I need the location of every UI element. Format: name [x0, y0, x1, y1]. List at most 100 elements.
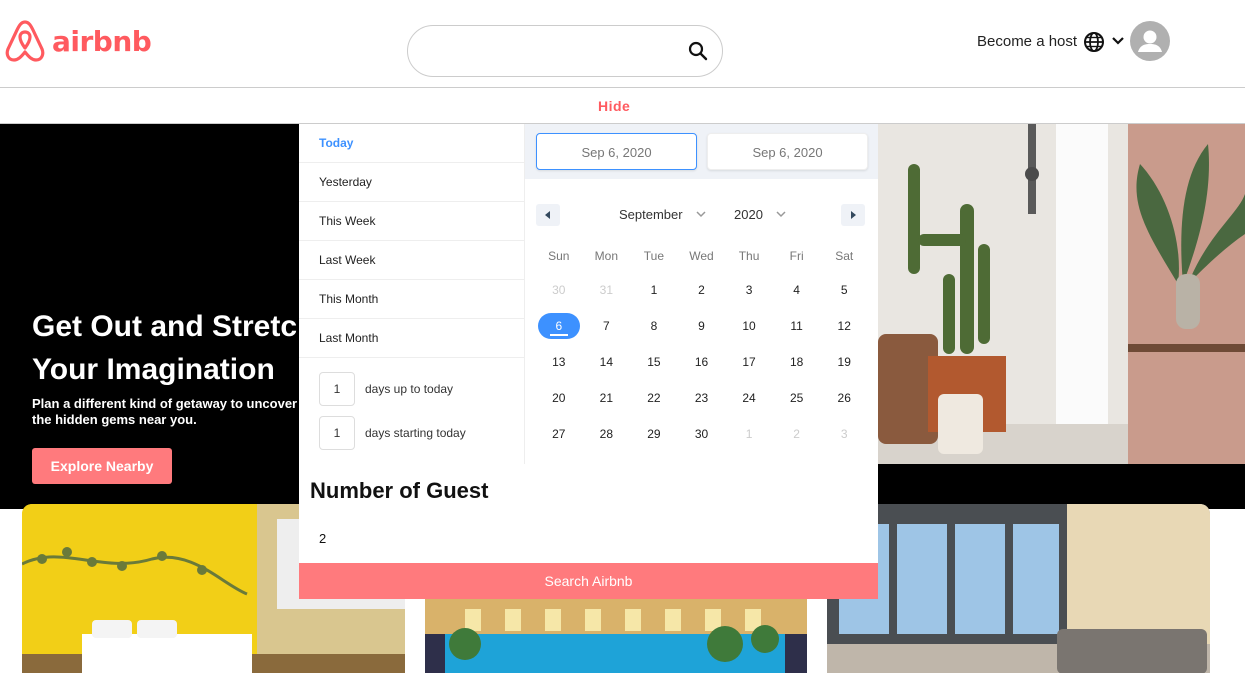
room-photo: [878, 124, 1245, 464]
day-number: 13: [552, 355, 566, 369]
hide-button[interactable]: Hide: [598, 98, 630, 114]
days-starting-today-label: days starting today: [365, 426, 466, 440]
day-number: 30: [694, 427, 709, 441]
day-cell[interactable]: 17: [725, 344, 773, 380]
day-cell[interactable]: 24: [725, 380, 773, 416]
day-number: 1: [650, 283, 658, 297]
day-number: 24: [742, 391, 756, 405]
day-cell[interactable]: 16: [678, 344, 726, 380]
days-starting-today-input[interactable]: 1: [319, 416, 355, 450]
day-number: 23: [694, 391, 709, 405]
day-cell[interactable]: 25: [773, 380, 821, 416]
range-this-week[interactable]: This Week: [299, 202, 524, 241]
range-last-month[interactable]: Last Month: [299, 319, 524, 358]
day-cell[interactable]: 1: [630, 272, 678, 308]
day-cell[interactable]: 3: [725, 272, 773, 308]
start-date-field[interactable]: Sep 6, 2020: [536, 133, 697, 170]
day-number: 3: [745, 283, 753, 297]
day-cell[interactable]: 18: [773, 344, 821, 380]
day-cell[interactable]: 11: [773, 308, 821, 344]
day-cell[interactable]: 29: [630, 416, 678, 452]
day-cell[interactable]: 4: [773, 272, 821, 308]
day-number: 1: [745, 427, 753, 441]
listing-card-3[interactable]: [827, 504, 1210, 673]
explore-nearby-button[interactable]: Explore Nearby: [32, 448, 172, 484]
caret-left-icon: [545, 211, 550, 219]
date-range-picker: Today Yesterday This Week Last Week This…: [299, 124, 878, 464]
search-bar[interactable]: [407, 25, 723, 77]
days-up-to-today-label: days up to today: [365, 382, 454, 396]
weekday-label: Sun: [548, 249, 570, 263]
day-number: 26: [837, 391, 851, 405]
guest-title: Number of Guest: [310, 478, 489, 503]
date-display: Sep 6, 2020 Sep 6, 2020: [525, 124, 878, 179]
become-a-host-link[interactable]: Become a host: [977, 33, 1077, 50]
hero-room-image: [878, 124, 1245, 464]
month-select[interactable]: September: [619, 207, 683, 222]
day-cell[interactable]: 8: [630, 308, 678, 344]
day-cell[interactable]: 2: [773, 416, 821, 452]
day-cell[interactable]: 30: [678, 416, 726, 452]
day-cell[interactable]: 3: [820, 416, 868, 452]
guest-count-input[interactable]: 2: [319, 531, 326, 546]
day-cell[interactable]: 14: [583, 344, 631, 380]
day-number: 18: [789, 355, 804, 369]
day-cell[interactable]: 22: [630, 380, 678, 416]
day-cell[interactable]: 7: [583, 308, 631, 344]
day-cell[interactable]: 28: [583, 416, 631, 452]
day-number: 2: [698, 283, 705, 297]
day-cell[interactable]: 21: [583, 380, 631, 416]
day-number: 16: [694, 355, 709, 369]
day-cell[interactable]: 30: [535, 272, 583, 308]
day-number: 7: [603, 319, 610, 333]
day-cell[interactable]: 31: [583, 272, 631, 308]
day-cell[interactable]: 9: [678, 308, 726, 344]
day-cell[interactable]: 1: [725, 416, 773, 452]
day-number: 27: [552, 427, 566, 441]
day-number: 31: [599, 283, 614, 297]
day-number: 25: [789, 391, 804, 405]
day-cell[interactable]: 13: [535, 344, 583, 380]
day-number: 10: [742, 319, 756, 333]
static-ranges: Today Yesterday This Week Last Week This…: [299, 124, 525, 464]
day-cell[interactable]: 10: [725, 308, 773, 344]
prev-month-button[interactable]: [536, 204, 560, 226]
day-cell[interactable]: 2: [678, 272, 726, 308]
day-cell[interactable]: 12: [820, 308, 868, 344]
search-airbnb-button[interactable]: Search Airbnb: [299, 563, 878, 599]
day-number: 3: [840, 427, 848, 441]
airbnb-logo-icon: [5, 20, 45, 62]
day-number: 11: [790, 319, 803, 333]
day-cell[interactable]: 23: [678, 380, 726, 416]
day-cell[interactable]: 19: [820, 344, 868, 380]
day-cell[interactable]: 20: [535, 380, 583, 416]
globe-icon[interactable]: [1083, 31, 1105, 53]
end-date-field[interactable]: Sep 6, 2020: [707, 133, 868, 170]
days-up-to-today-input[interactable]: 1: [319, 372, 355, 406]
day-cell[interactable]: 15: [630, 344, 678, 380]
hero-subtitle: Plan a different kind of getaway to unco…: [32, 396, 298, 427]
range-this-month[interactable]: This Month: [299, 280, 524, 319]
day-cell[interactable]: 27: [535, 416, 583, 452]
chevron-down-icon[interactable]: [1111, 35, 1125, 47]
user-avatar[interactable]: [1130, 21, 1170, 61]
user-icon: [1138, 30, 1162, 52]
next-month-button[interactable]: [841, 204, 865, 226]
range-today[interactable]: Today: [299, 124, 524, 163]
day-cell[interactable]: 26: [820, 380, 868, 416]
year-select[interactable]: 2020: [734, 207, 763, 222]
day-number: 8: [650, 319, 658, 333]
day-cell-selected[interactable]: 6: [535, 308, 583, 344]
search-icon[interactable]: [688, 41, 708, 61]
hide-bar: Hide: [0, 89, 1245, 124]
hero-title: Get Out and Stretch Your Imagination: [32, 310, 316, 386]
day-cell[interactable]: 5: [820, 272, 868, 308]
day-number: 2: [793, 427, 800, 441]
airbnb-logo[interactable]: airbnb: [4, 18, 152, 64]
range-last-week[interactable]: Last Week: [299, 241, 524, 280]
day-number: 29: [647, 427, 661, 441]
range-yesterday[interactable]: Yesterday: [299, 163, 524, 202]
listing-card-3-image: [827, 504, 1210, 673]
caret-right-icon: [851, 211, 856, 219]
days-grid: 30 31 1 2 3 4 5 6 7 8 9 10 11 12 13 14 15 16 17 18 19 20 21 22 2…: [535, 272, 868, 452]
